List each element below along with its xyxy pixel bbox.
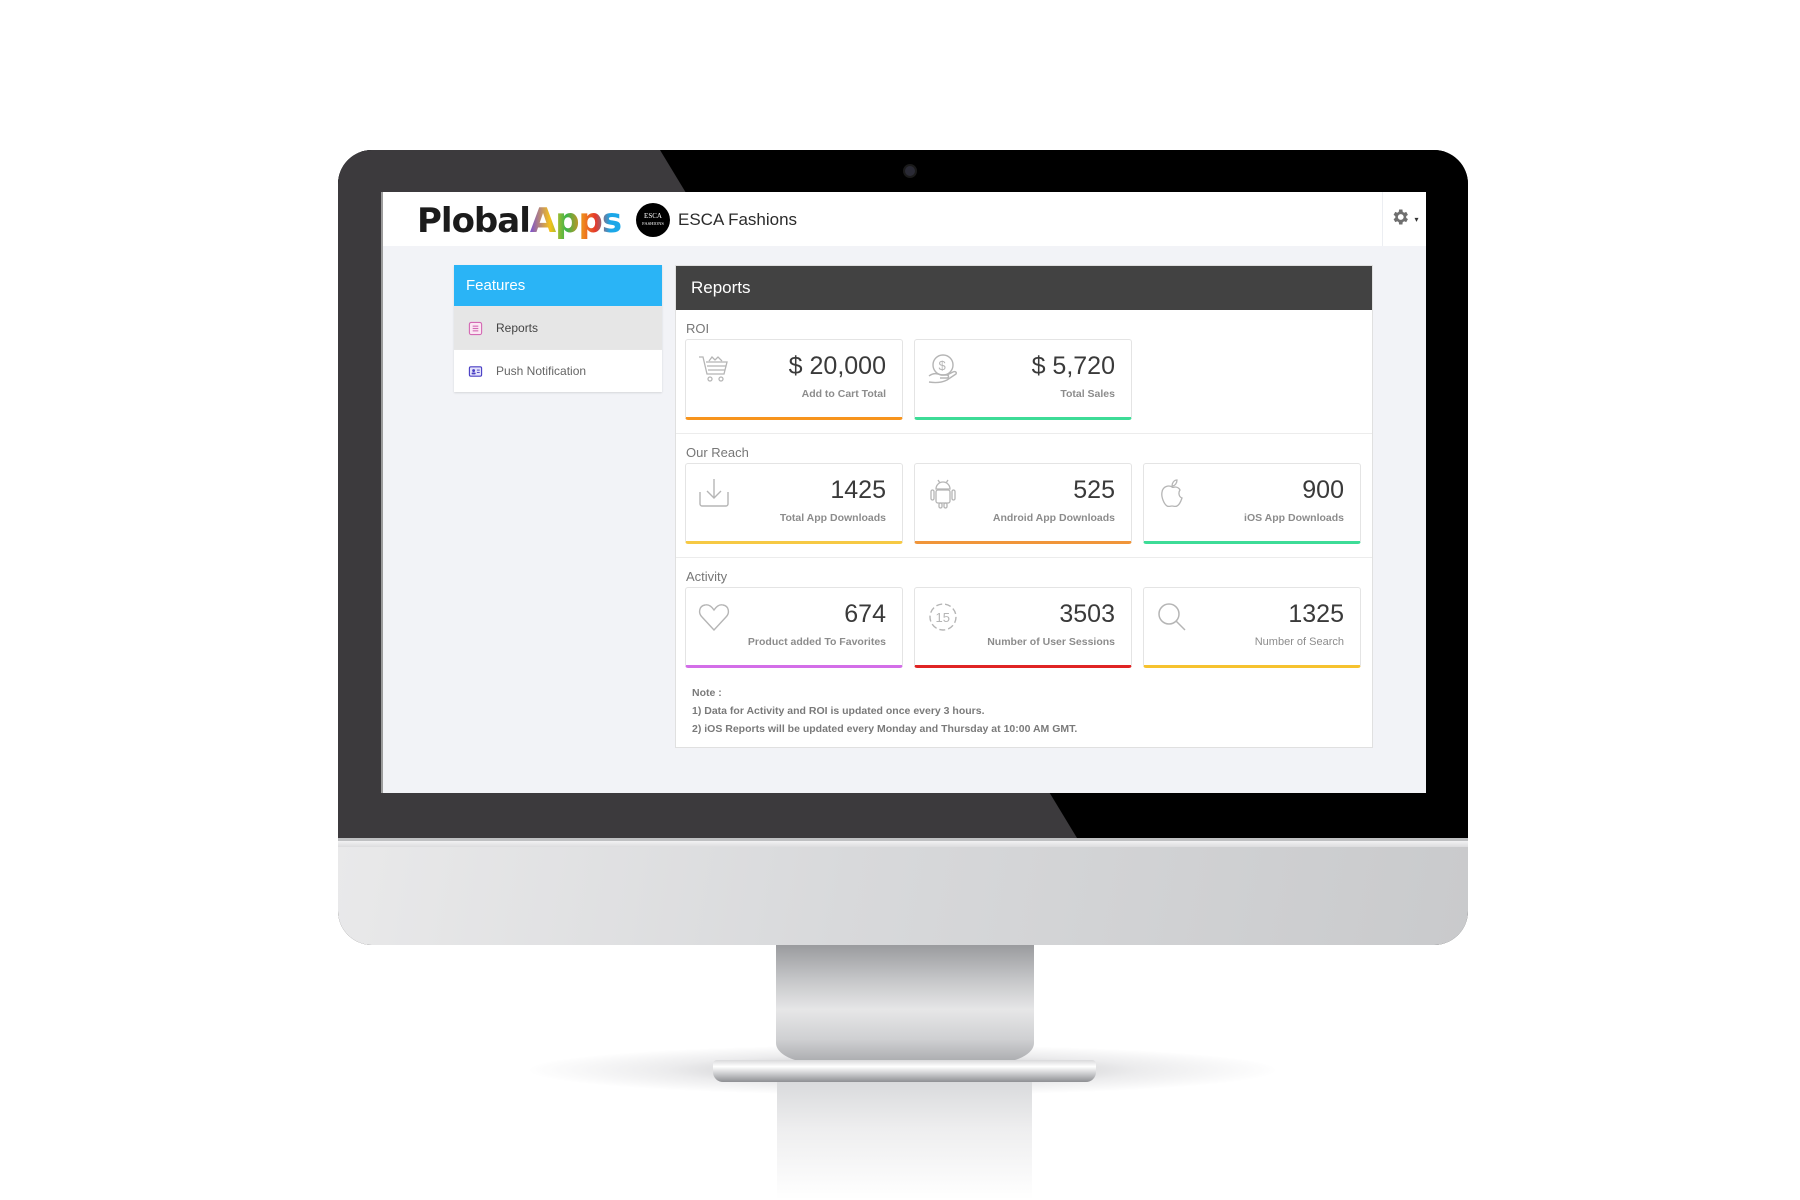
stat-label: Total Sales: [1060, 388, 1115, 400]
stat-value: 1425: [830, 476, 886, 504]
stat-value: 900: [1302, 476, 1344, 504]
id-card-icon: [467, 363, 483, 379]
stat-value: 525: [1073, 476, 1115, 504]
android-icon: [926, 476, 960, 510]
stat-card-ios-app-downloads: 900 iOS App Downloads: [1143, 463, 1361, 544]
stat-card-user-sessions: 15 3503 Number of User Sessions: [914, 587, 1132, 668]
svg-text:$: $: [939, 358, 947, 373]
stand-reflection: [777, 1082, 1032, 1200]
reports-note: Note : 1) Data for Activity and ROI is u…: [676, 674, 1372, 748]
imac-mockup: PlobalApps ESCA FASHIONS ESCA Fashions ▾…: [0, 0, 1800, 1200]
stat-value: 674: [844, 600, 886, 628]
stat-label: iOS App Downloads: [1244, 512, 1344, 524]
store-name: ESCA Fashions: [678, 210, 798, 229]
stat-card-add-to-cart-total: $ 20,000 Add to Cart Total: [685, 339, 903, 420]
note-line: 1) Data for Activity and ROI is updated …: [692, 705, 985, 717]
monitor-stand-neck: [776, 945, 1034, 1063]
settings-menu-button[interactable]: ▾: [1382, 192, 1426, 246]
reports-panel: Reports ROI $ 20,000 Add to Cart Total $: [675, 265, 1373, 748]
stat-card-number-of-search: 1325 Number of Search: [1143, 587, 1361, 668]
store-selector[interactable]: ESCA FASHIONS ESCA Fashions: [636, 203, 797, 237]
reports-title: Reports: [676, 266, 1372, 310]
brand-logo[interactable]: PlobalApps: [417, 201, 622, 241]
stat-label: Number of Search: [1254, 636, 1344, 648]
features-sidebar: Features Reports Push Notification: [454, 265, 662, 392]
brand-suffix: Apps: [529, 201, 622, 241]
section-title: Activity: [686, 569, 728, 584]
screen: PlobalApps ESCA FASHIONS ESCA Fashions ▾…: [381, 192, 1426, 793]
gear-icon: [1390, 207, 1410, 232]
monitor-chin: [338, 838, 1468, 945]
report-list-icon: [467, 320, 483, 336]
download-icon: [697, 476, 731, 510]
apple-icon: [1155, 476, 1189, 510]
stat-card-android-app-downloads: 525 Android App Downloads: [914, 463, 1132, 544]
section-title: Our Reach: [686, 445, 749, 460]
note-line: 2) iOS Reports will be updated every Mon…: [692, 723, 1078, 735]
sidebar-item-reports[interactable]: Reports: [454, 306, 662, 349]
chevron-down-icon: ▾: [1414, 214, 1419, 224]
stat-card-total-sales: $ $ 5,720 Total Sales: [914, 339, 1132, 420]
heart-icon: [697, 600, 731, 634]
stat-value: $ 5,720: [1031, 352, 1115, 380]
monitor-stand-foot: [713, 1060, 1096, 1082]
webcam: [903, 164, 917, 178]
features-heading: Features: [454, 265, 662, 306]
section-title: ROI: [686, 321, 710, 336]
section-roi: ROI $ 20,000 Add to Cart Total $ $ 5,720: [676, 310, 1372, 434]
svg-text:15: 15: [936, 610, 950, 625]
stat-label: Number of User Sessions: [987, 636, 1115, 648]
top-navbar: PlobalApps ESCA FASHIONS ESCA Fashions ▾: [383, 192, 1426, 246]
brand-prefix: Plobal: [417, 201, 531, 241]
stat-label: Add to Cart Total: [801, 388, 886, 400]
stat-label: Android App Downloads: [992, 512, 1115, 524]
money-hand-icon: $: [926, 352, 960, 386]
section-activity: Activity 674 Product added To Favorites …: [676, 558, 1372, 674]
stat-value: $ 20,000: [788, 352, 886, 380]
stat-value: 3503: [1059, 600, 1115, 628]
note-title: Note :: [692, 687, 722, 699]
sidebar-item-push-notification[interactable]: Push Notification: [454, 349, 662, 392]
timer-15-icon: 15: [926, 600, 960, 634]
sidebar-item-label: Reports: [496, 321, 539, 335]
stat-card-total-app-downloads: 1425 Total App Downloads: [685, 463, 903, 544]
stat-value: 1325: [1288, 600, 1344, 628]
search-icon: [1155, 600, 1189, 634]
shopping-cart-icon: [697, 352, 731, 386]
sidebar-item-label: Push Notification: [496, 364, 587, 378]
store-logo: ESCA FASHIONS: [636, 203, 670, 237]
section-our-reach: Our Reach 1425 Total App Downloads 525 A…: [676, 434, 1372, 558]
stat-label: Product added To Favorites: [747, 636, 886, 648]
stat-card-favorites: 674 Product added To Favorites: [685, 587, 903, 668]
stat-label: Total App Downloads: [779, 512, 886, 524]
